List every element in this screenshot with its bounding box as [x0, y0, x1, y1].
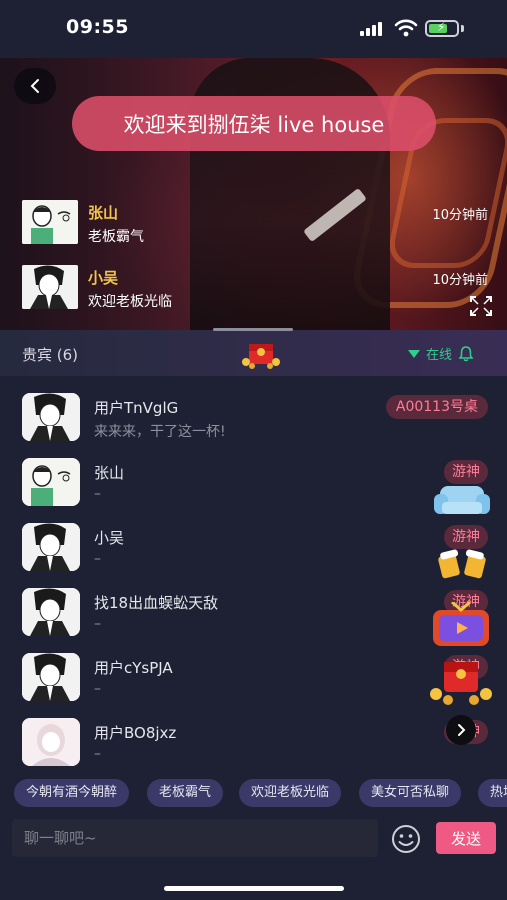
table-number-badge: A00113号桌	[385, 395, 488, 419]
status-time: 09:55	[66, 16, 129, 38]
cellular-signal-icon	[360, 22, 386, 36]
guest-row[interactable]: 小吴 – 游神	[22, 523, 488, 581]
status-bar: 09:55 ⚡	[0, 0, 507, 58]
guest-name: 小吴	[94, 529, 125, 547]
battery-cap	[461, 25, 464, 32]
chevron-left-icon	[30, 79, 39, 93]
avatar[interactable]	[22, 653, 80, 701]
guest-name: 用户TnVglG	[94, 399, 179, 417]
avatar[interactable]	[22, 393, 80, 441]
guest-row[interactable]: 用户BO8jxz – 游神	[22, 718, 488, 776]
message-sender: 小吴	[88, 269, 119, 287]
quick-reply-chip[interactable]: 老板霸气	[147, 779, 224, 807]
more-gifts-button[interactable]	[446, 715, 476, 745]
avatar[interactable]	[22, 523, 80, 571]
online-filter-toggle[interactable]: 在线	[408, 344, 474, 363]
guest-name: 张山	[94, 464, 125, 482]
tv-gift-icon[interactable]	[430, 602, 492, 648]
quick-reply-chip[interactable]: 热场	[478, 779, 507, 807]
avatar[interactable]	[22, 458, 80, 506]
message-sender: 张山	[88, 204, 119, 222]
avatar[interactable]	[22, 588, 80, 636]
guest-message: –	[94, 551, 101, 567]
chat-message: 小吴 欢迎老板光临 10分钟前	[22, 265, 488, 310]
message-composer: 发送	[0, 817, 507, 867]
quick-reply-chip[interactable]: 欢迎老板光临	[239, 779, 342, 807]
chat-message: 张山 老板霸气 10分钟前	[22, 200, 488, 245]
message-text: 老板霸气	[88, 229, 144, 245]
guest-message: –	[94, 486, 101, 502]
red-packet-gift-icon[interactable]	[428, 658, 494, 706]
message-text: 欢迎老板光临	[88, 294, 172, 310]
avatar[interactable]	[22, 718, 80, 766]
wifi-icon	[394, 19, 418, 37]
quick-reply-chip[interactable]: 美女可否私聊	[359, 779, 462, 807]
home-indicator[interactable]	[164, 886, 344, 891]
guest-name: 找18出血蜈蚣天敌	[94, 594, 219, 612]
guest-message: –	[94, 616, 101, 632]
avatar[interactable]	[22, 200, 78, 244]
guest-name: 用户cYsPJA	[94, 659, 173, 677]
sofa-gift-icon[interactable]	[432, 480, 492, 520]
chat-input[interactable]	[12, 819, 378, 857]
guest-message: 来来来，干了这一杯!	[94, 424, 226, 440]
back-button[interactable]	[14, 68, 56, 104]
fullscreen-icon[interactable]	[470, 296, 492, 316]
guest-row[interactable]: 找18出血蜈蚣天敌 – 游神	[22, 588, 488, 646]
panel-drag-handle[interactable]	[213, 328, 293, 331]
guest-row[interactable]: 用户TnVglG 来来来，干了这一杯! A00113号桌	[22, 393, 488, 451]
message-time: 10分钟前	[432, 208, 488, 223]
guest-row[interactable]: 用户cYsPJA – 游神	[22, 653, 488, 711]
guest-message: –	[94, 746, 101, 762]
smiley-icon[interactable]	[390, 823, 422, 855]
send-button[interactable]: 发送	[436, 822, 496, 854]
chevron-right-icon	[458, 724, 466, 736]
welcome-banner: 欢迎来到捌伍柒 live house	[72, 96, 436, 151]
guest-message: –	[94, 681, 101, 697]
avatar[interactable]	[22, 265, 78, 309]
battery-icon: ⚡	[425, 20, 459, 37]
quick-reply-bar[interactable]: 今朝有酒今朝醉 老板霸气 欢迎老板光临 美女可否私聊 热场	[0, 771, 507, 817]
guest-name: 用户BO8jxz	[94, 724, 177, 742]
guest-row[interactable]: 张山 – 游神	[22, 458, 488, 516]
red-packet-icon[interactable]	[240, 338, 282, 370]
guest-list[interactable]: 用户TnVglG 来来来，干了这一杯! A00113号桌 张山 – 游神 小吴 …	[0, 376, 507, 771]
online-label: 在线	[426, 348, 453, 363]
caret-down-icon	[408, 349, 420, 358]
beer-cheers-icon[interactable]	[436, 545, 488, 581]
guest-count-title: 贵宾 (6)	[22, 346, 79, 364]
quick-reply-chip[interactable]: 今朝有酒今朝醉	[14, 779, 130, 807]
bell-icon[interactable]	[458, 345, 474, 362]
guest-list-header: 贵宾 (6) 在线	[0, 330, 507, 376]
message-time: 10分钟前	[432, 273, 488, 288]
